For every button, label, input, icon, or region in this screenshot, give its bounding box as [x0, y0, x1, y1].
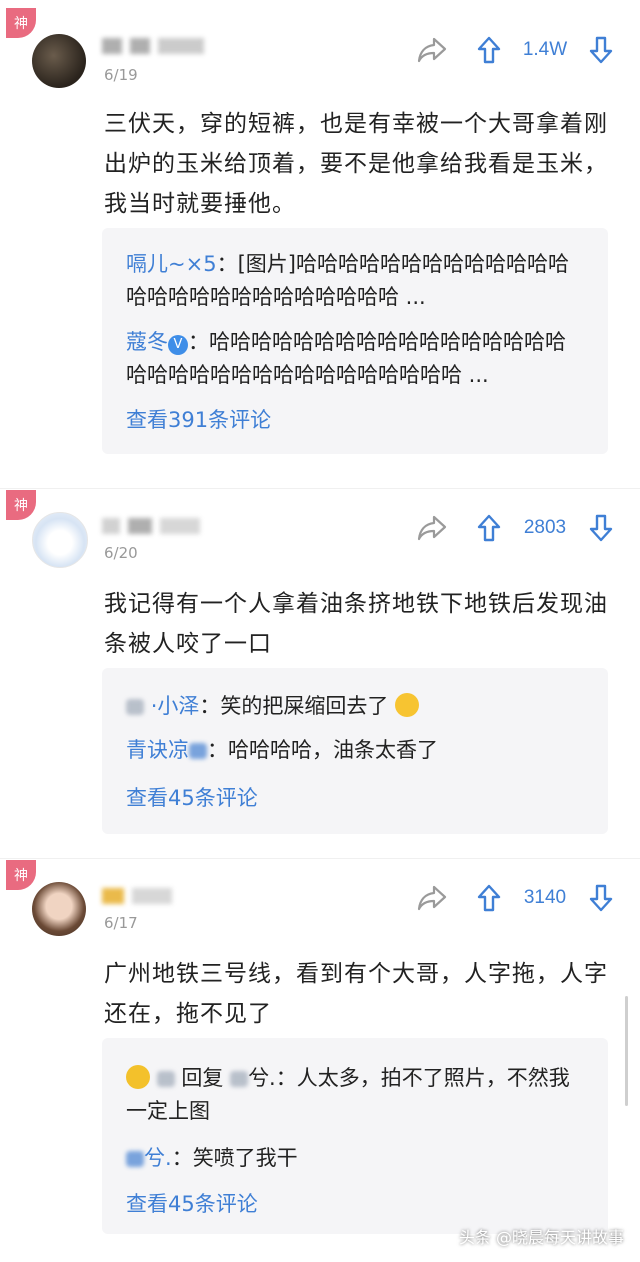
comment-text: 我记得有一个人拿着油条挤地铁下地铁后发现油条被人咬了一口 — [104, 591, 608, 657]
view-more-replies-link[interactable]: 查看45条评论 — [126, 782, 258, 812]
downvote-icon[interactable] — [586, 510, 616, 546]
reply-box: 嗝儿~×5：[图片]哈哈哈哈哈哈哈哈哈哈哈哈哈哈哈哈哈哈哈哈哈哈哈哈哈哈 ...… — [102, 228, 608, 454]
god-comment-badge: 神 — [6, 8, 36, 38]
comment-actions: 1.4W — [414, 30, 620, 70]
reply-separator: ： — [216, 252, 238, 276]
reply-nickname[interactable]: 青诀凉 — [126, 738, 189, 762]
avatar[interactable] — [32, 512, 88, 568]
reply-separator: ： — [199, 694, 221, 718]
blurred-name-part — [126, 1151, 144, 1167]
reply-item[interactable]: 嗝儿~×5：[图片]哈哈哈哈哈哈哈哈哈哈哈哈哈哈哈哈哈哈哈哈哈哈哈哈哈哈 ... — [126, 248, 586, 314]
god-comment-badge: 神 — [6, 490, 36, 520]
watermark: 头条 @晓晨每天讲故事 — [458, 1228, 624, 1247]
downvote-icon[interactable] — [586, 880, 616, 916]
vote-count: 1.4W — [522, 39, 568, 60]
reply-nickname[interactable]: 蔻冬 — [126, 330, 168, 354]
reply-separator: ： — [188, 330, 209, 354]
upvote-icon[interactable] — [474, 880, 504, 916]
comment-date: 6/19 — [104, 66, 138, 84]
reply-box: ·小泽：笑的把屎缩回去了 青诀凉 ：哈哈哈哈，油条太香了 查看45条评论 — [102, 668, 608, 834]
reply-item[interactable]: ·小泽：笑的把屎缩回去了 — [126, 690, 586, 723]
divider — [0, 488, 640, 489]
comment-text: 广州地铁三号线，看到有个大哥，人字拖，人字还在，拖不见了 — [104, 961, 608, 1027]
laughing-emoji-icon — [395, 693, 420, 717]
vote-count: 2803 — [523, 517, 567, 538]
view-more-replies-link[interactable]: 查看391条评论 — [126, 404, 271, 434]
reply-text: 笑的把屎缩回去了 — [220, 694, 389, 718]
blurred-name-part — [230, 1071, 249, 1087]
lemon-avatar-icon — [126, 1065, 150, 1089]
blurred-avatar — [156, 1071, 175, 1087]
username-blurred[interactable] — [102, 888, 172, 906]
avatar[interactable] — [32, 882, 86, 936]
reply-nickname[interactable]: 嗝儿~×5 — [126, 252, 217, 276]
upvote-icon[interactable] — [474, 510, 504, 546]
view-more-replies-link[interactable]: 查看45条评论 — [126, 1188, 258, 1218]
share-icon[interactable] — [414, 880, 450, 916]
reply-text: 笑喷了我干 — [192, 1146, 298, 1170]
reply-separator: ： — [275, 1066, 297, 1090]
downvote-icon[interactable] — [586, 32, 616, 68]
reply-item[interactable]: 蔻冬 V ：哈哈哈哈哈哈哈哈哈哈哈哈哈哈哈哈哈哈哈哈哈哈哈哈哈哈哈哈哈哈哈哈哈 ..… — [126, 326, 586, 392]
verified-icon: V — [168, 335, 188, 355]
reply-nickname[interactable]: ·小泽 — [151, 694, 200, 718]
comment-actions: 2803 — [414, 508, 620, 548]
comment-date: 6/20 — [104, 544, 138, 562]
reply-separator: ： — [171, 1146, 193, 1170]
divider — [0, 858, 640, 859]
reply-item[interactable]: 青诀凉 ：哈哈哈哈，油条太香了 — [126, 734, 586, 767]
reply-separator: ： — [207, 738, 228, 762]
comment-text: 三伏天，穿的短裤，也是有幸被一个大哥拿着刚出炉的玉米给顶着，要不是他拿给我看是玉… — [104, 111, 608, 217]
reply-target-nickname[interactable]: 兮. — [248, 1066, 276, 1090]
blurred-name-part — [189, 743, 207, 759]
blurred-avatar — [126, 699, 144, 715]
reply-item[interactable]: 回复 兮.：人太多，拍不了照片，不然我一定上图 — [126, 1062, 586, 1128]
username-blurred[interactable] — [102, 38, 204, 56]
god-comment-badge: 神 — [6, 860, 36, 890]
reply-item[interactable]: 兮.：笑喷了我干 — [126, 1142, 586, 1175]
vote-count: 3140 — [523, 887, 567, 908]
reply-word: 回复 — [181, 1066, 224, 1090]
reply-text: 哈哈哈哈，油条太香了 — [228, 738, 438, 762]
scrollbar[interactable] — [625, 996, 628, 1106]
reply-nickname[interactable]: 兮. — [144, 1146, 172, 1170]
username-blurred[interactable] — [102, 518, 200, 536]
avatar[interactable] — [32, 34, 86, 88]
comment-actions: 3140 — [414, 878, 620, 918]
share-icon[interactable] — [414, 32, 450, 68]
share-icon[interactable] — [414, 510, 450, 546]
reply-box: 回复 兮.：人太多，拍不了照片，不然我一定上图 兮.：笑喷了我干 查看45条评论 — [102, 1038, 608, 1234]
comment-date: 6/17 — [104, 914, 138, 932]
upvote-icon[interactable] — [474, 32, 504, 68]
